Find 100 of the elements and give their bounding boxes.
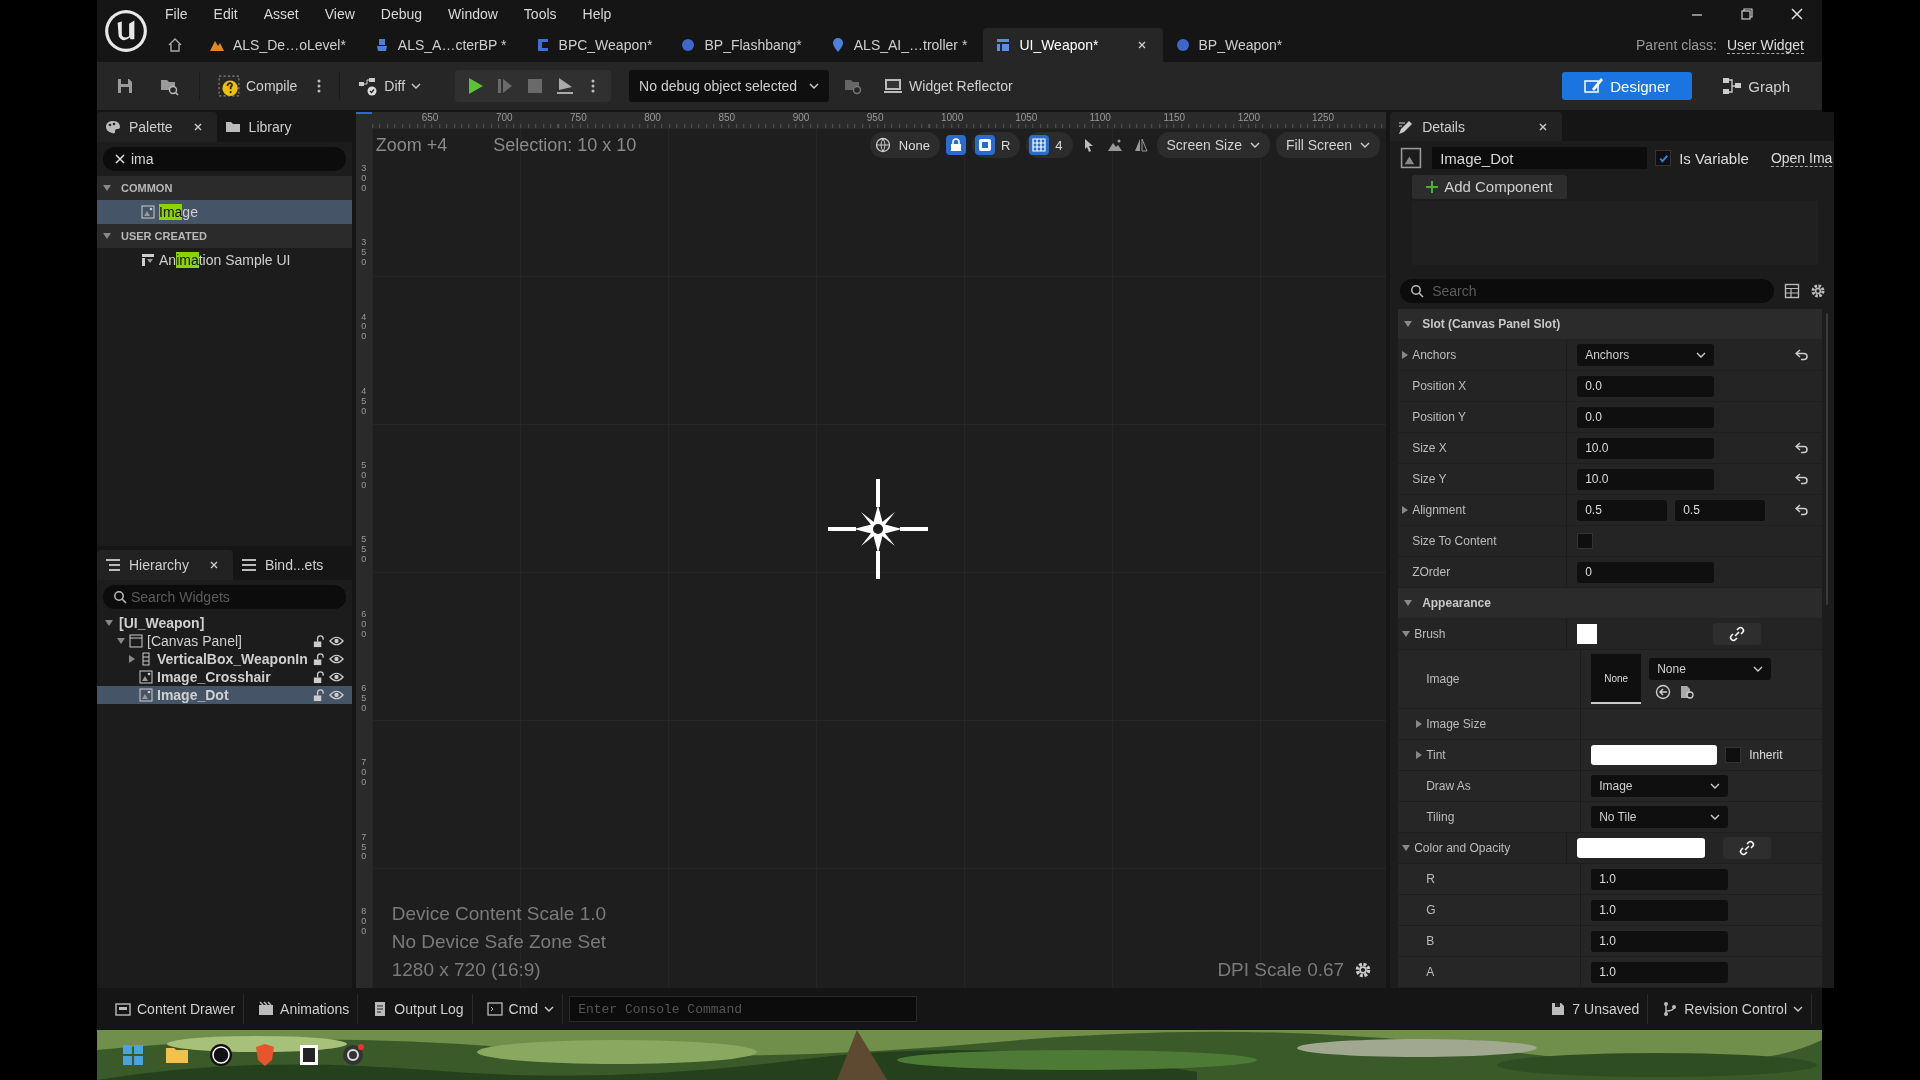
restore-icon[interactable] [1740,7,1754,21]
menu-item[interactable]: Edit [200,6,251,22]
asset-thumbnail[interactable]: None [1591,654,1642,704]
home-icon[interactable] [167,37,183,53]
value-dropdown[interactable]: No Tile [1591,806,1729,828]
search-field[interactable]: ima [103,147,346,171]
menu-item[interactable]: Tools [510,6,570,22]
menu-item[interactable]: File [155,6,201,22]
number-field[interactable]: 1.0 [1591,868,1729,890]
search-field[interactable]: Search [1400,279,1775,303]
status-button[interactable]: Animations [250,994,359,1024]
number-field[interactable]: 0.0 [1577,406,1715,428]
link-button[interactable] [1713,623,1762,645]
document-tab[interactable]: BPC_Weapon* [522,28,669,62]
status-button[interactable]: Output Log [364,994,473,1024]
number-field[interactable]: 1.0 [1591,930,1729,952]
number-field[interactable]: 10.0 [1577,468,1715,490]
tree-row[interactable]: Image_Dot [97,686,352,704]
open-link[interactable]: Open Ima [1770,149,1833,167]
eye-icon[interactable] [328,671,344,683]
close-icon[interactable] [1790,7,1804,21]
debug-object-dropdown[interactable]: No debug object selected [629,70,830,102]
circle-logo-icon[interactable] [209,1043,233,1067]
lock-icon[interactable] [945,135,966,155]
size-dropdown[interactable]: Fill Screen [1276,132,1381,158]
mode-button[interactable]: Graph [1700,72,1812,100]
lock-icon[interactable] [311,670,325,684]
diff-dropdown[interactable]: Diff [352,70,428,102]
tree-row[interactable]: [Canvas Panel] [97,632,352,650]
lock-icon[interactable] [311,634,325,648]
mode-button[interactable]: Designer [1562,72,1693,100]
checkbox[interactable] [1577,533,1594,549]
menu-item[interactable]: Asset [250,6,312,22]
eye-icon[interactable] [328,635,344,647]
save-icon[interactable] [115,76,135,96]
name-field[interactable]: Image_Dot [1432,147,1648,170]
eye-icon[interactable] [328,689,344,701]
aperture-icon[interactable] [341,1043,365,1067]
console-field[interactable]: Enter Console Command [569,996,918,1022]
document-tab[interactable]: ALS_De…oLevel* [197,28,362,62]
unsaved-button[interactable]: 7 Unsaved [1542,994,1649,1024]
command-dropdown[interactable]: Cmd [478,994,564,1024]
menu-item[interactable]: Help [569,6,625,22]
document-tab[interactable]: UI_Weapon* [983,28,1163,62]
document-tab[interactable]: BP_Weapon* [1162,28,1299,62]
clear-icon[interactable] [115,154,125,164]
link-button[interactable] [1723,837,1772,859]
settings-icon[interactable] [1810,283,1827,299]
settings-icon[interactable] [1354,961,1373,979]
color-swatch[interactable] [1577,624,1598,644]
panel-tab[interactable]: Hierarchy [97,550,233,580]
compile-button[interactable]: Compile [212,70,304,102]
reset-icon[interactable] [1795,473,1810,485]
tree-row[interactable]: Image_Crosshair [97,668,352,686]
panel-tab[interactable]: Palette [97,112,217,142]
document-tab[interactable]: BP_Flashbang* [668,28,818,62]
category-header[interactable]: COMMON [97,176,352,200]
add-component-button[interactable]: Add Component [1412,175,1567,199]
reset-icon[interactable] [1795,349,1810,361]
section-header[interactable]: Slot (Canvas Panel Slot) [1398,309,1823,340]
tree-row[interactable]: VerticalBox_WeaponIn [97,650,352,668]
tree-row[interactable]: [UI_Weapon] [97,614,352,632]
number-field[interactable]: 1.0 [1591,961,1729,983]
close-icon[interactable] [208,560,219,570]
menu-item[interactable]: Window [435,6,511,22]
section-header[interactable]: Appearance [1398,588,1823,619]
panel-tab[interactable]: Details [1390,112,1563,142]
browse-icon[interactable] [1679,684,1696,700]
lock-icon[interactable] [311,652,325,666]
close-icon[interactable] [1538,121,1549,132]
reset-icon[interactable] [1795,504,1810,516]
search-field[interactable]: Search Widgets [103,585,346,609]
widget-reflector-button[interactable]: Widget Reflector [877,70,1019,102]
number-field[interactable]: 0.5 [1577,499,1668,521]
checkbox[interactable] [1655,150,1672,167]
more-icon[interactable] [591,78,596,94]
number-field[interactable]: 0 [1577,561,1715,583]
value-dropdown[interactable]: Anchors [1577,344,1715,366]
grid-icon[interactable] [121,1043,145,1067]
number-field[interactable]: 1.0 [1591,899,1729,921]
document-tab[interactable]: ALS_AI_…troller * [817,28,984,62]
color-swatch[interactable] [1591,745,1718,765]
number-field[interactable]: 10.0 [1577,437,1715,459]
number-field[interactable]: 0.0 [1577,375,1715,397]
number-field[interactable]: 0.5 [1675,499,1766,521]
menu-item[interactable]: View [311,6,368,22]
parent-class-link[interactable]: User Widget [1726,36,1804,54]
close-icon[interactable] [1136,40,1147,50]
value-dropdown[interactable]: Image [1591,775,1729,797]
asset-dropdown[interactable]: None [1649,658,1772,680]
status-button[interactable]: Content Drawer [107,994,245,1024]
shield-icon[interactable] [253,1043,277,1067]
menu-item[interactable]: Debug [367,6,436,22]
category-header[interactable]: USER CREATED [97,224,352,248]
revision-control-button[interactable]: Revision Control [1654,994,1812,1024]
document-tab[interactable]: ALS_A…cterBP * [361,28,523,62]
more-icon[interactable] [317,78,322,94]
toggle-button[interactable]: None [869,132,940,158]
eye-icon[interactable] [328,653,344,665]
eject-icon[interactable] [555,76,576,96]
